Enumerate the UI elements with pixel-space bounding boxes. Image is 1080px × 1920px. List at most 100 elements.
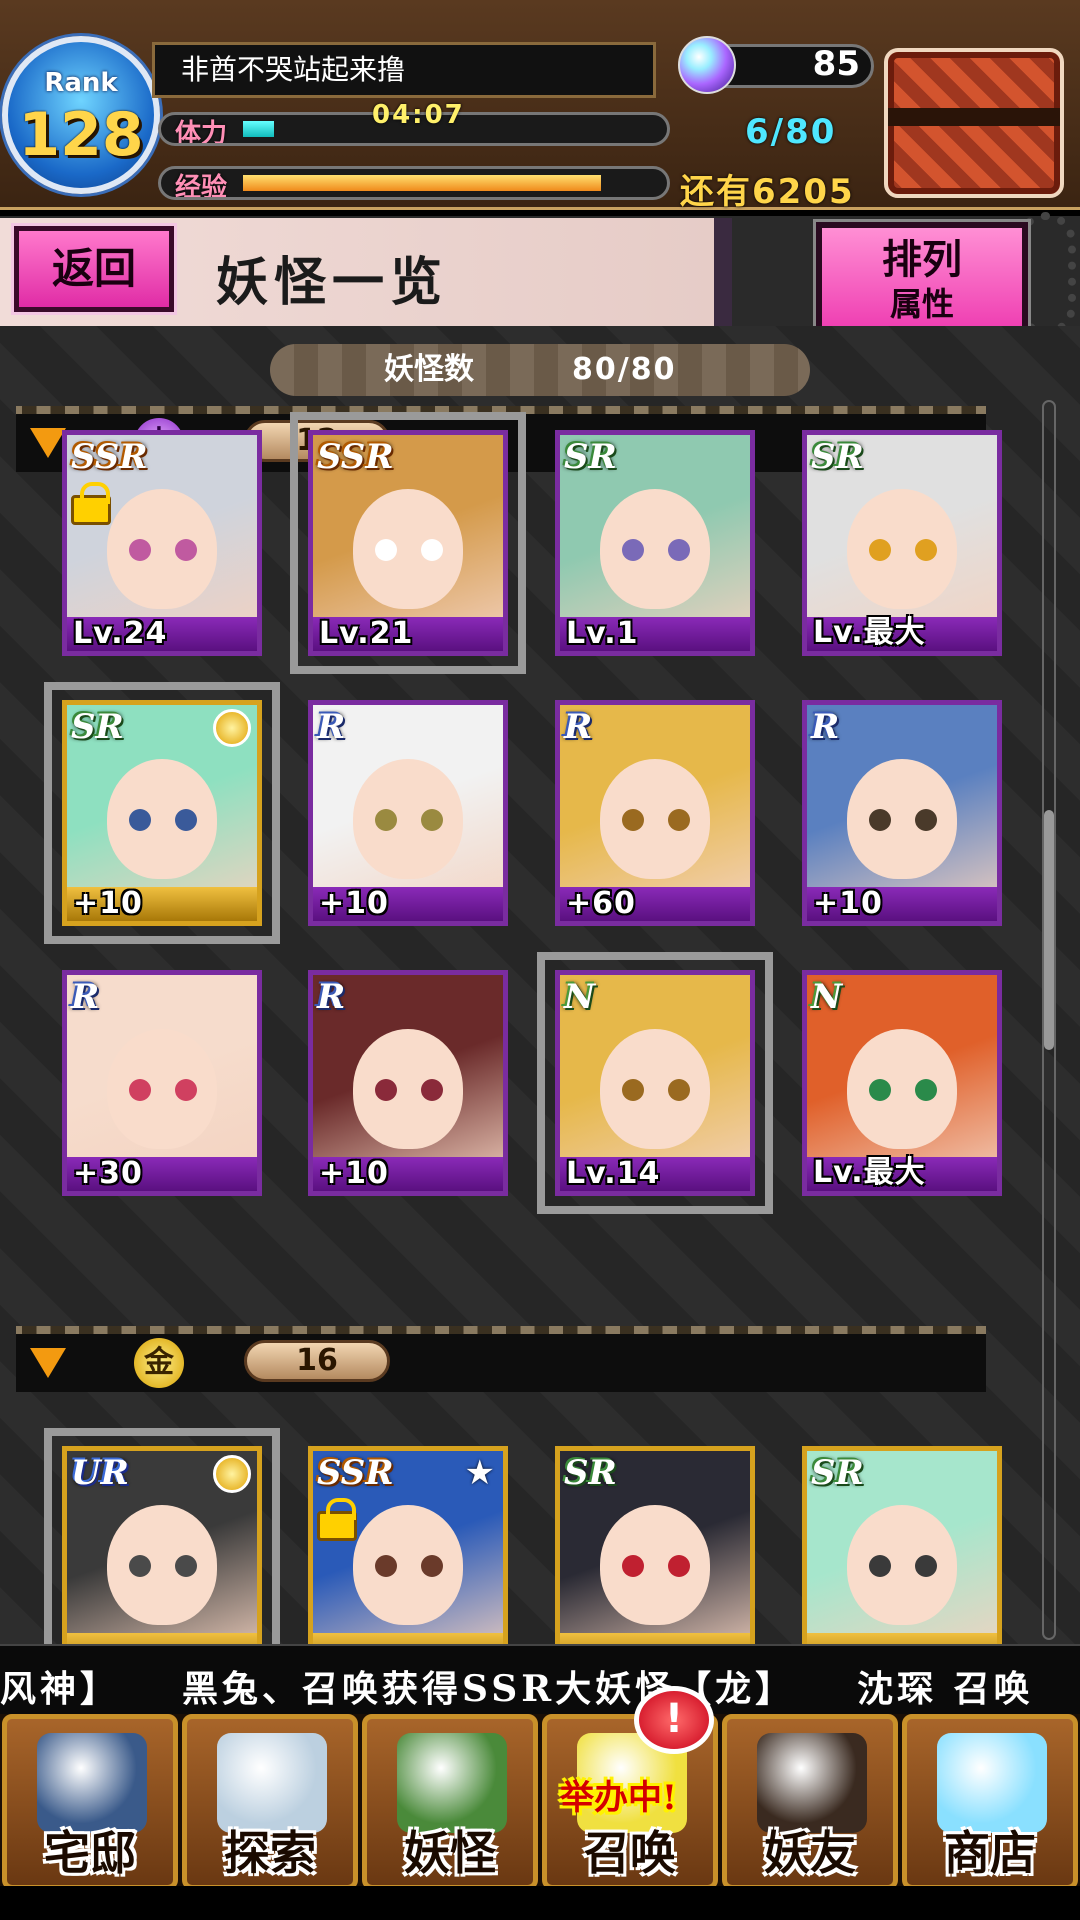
stamina-timer: 04:07 (372, 100, 465, 130)
nav-mansion[interactable]: 宅邸 (2, 1714, 178, 1890)
nav-label: 商店 (944, 1826, 1036, 1880)
card-level: +10 (319, 1156, 389, 1191)
portrait-eye (175, 1079, 197, 1101)
section-header[interactable]: 金 16 (16, 1326, 986, 1392)
nav-label: 探索 (224, 1826, 316, 1880)
portrait-eye (622, 1555, 644, 1577)
lock-icon (71, 482, 111, 525)
yokai-card[interactable]: N Lv.最大 (802, 970, 1002, 1196)
yokai-card-frame: SSR Lv.21 (308, 430, 508, 656)
portrait-face (847, 489, 957, 609)
nav-crystal-orb[interactable]: 商店 (902, 1714, 1078, 1890)
nav-label: 妖怪 (404, 1826, 496, 1880)
system-nav-bar (0, 1886, 1080, 1920)
portrait-face (353, 489, 463, 609)
yokai-count-value: 80/80 (572, 352, 677, 387)
nav-friend-girl[interactable]: 妖友 (722, 1714, 898, 1890)
yokai-card-frame: UR (62, 1446, 262, 1644)
yokai-card[interactable]: UR (44, 1428, 280, 1644)
nav-magnifier[interactable]: 探索 (182, 1714, 358, 1890)
portrait-eye (668, 1079, 690, 1101)
nav-scroll[interactable]: 妖怪 (362, 1714, 538, 1890)
card-footer (807, 1633, 997, 1644)
star-icon: ★ (464, 1453, 495, 1493)
rarity-badge: SR (564, 1453, 617, 1493)
ticker-text: 风神】 黑兔、召唤获得SSR大妖怪【龙】 沈琛 召唤 (0, 1668, 1034, 1710)
sort-mode: 属性 (889, 285, 954, 323)
rank-value: 128 (18, 100, 144, 170)
yokai-list[interactable]: 妖怪数 80/80 土12SSRLv.24SSRLv.21SRLv.1SRLv.… (0, 326, 1080, 1644)
portrait-eye (421, 1555, 443, 1577)
exp-bar: 经验 (158, 166, 670, 200)
yokai-card[interactable]: SR Lv.最大 (802, 430, 1002, 656)
yokai-card[interactable]: SR +10 (44, 682, 280, 944)
collapse-triangle-icon[interactable] (30, 1348, 66, 1378)
portrait-eye (915, 1555, 937, 1577)
yokai-card[interactable]: R +10 (308, 970, 508, 1196)
portrait-eye (129, 539, 151, 561)
card-level: +60 (566, 886, 636, 921)
stamina-fill (243, 121, 274, 137)
portrait-eye (129, 1079, 151, 1101)
yokai-card[interactable]: SSR Lv.21 (290, 412, 526, 674)
portrait-face (847, 759, 957, 879)
yokai-card-frame: R +30 (62, 970, 262, 1196)
portrait-eye (129, 1555, 151, 1577)
yokai-card-frame: SSR ★ (308, 1446, 508, 1644)
rarity-badge: SR (564, 437, 617, 477)
scrollbar-thumb[interactable] (1044, 810, 1054, 1050)
portrait-eye (668, 539, 690, 561)
yokai-card[interactable]: R +10 (802, 700, 1002, 926)
card-level: Lv.1 (566, 616, 639, 651)
yokai-card[interactable]: SR (802, 1446, 1002, 1644)
portrait-face (600, 1505, 710, 1625)
yokai-card-frame: R +10 (802, 700, 1002, 926)
yokai-card[interactable]: R +60 (555, 700, 755, 926)
portrait-eye (869, 809, 891, 831)
yokai-card[interactable]: N Lv.14 (537, 952, 773, 1214)
rarity-badge: R (317, 977, 346, 1017)
yokai-card-frame: R +10 (308, 700, 508, 926)
portrait-eye (175, 539, 197, 561)
back-button[interactable]: 返回 (11, 223, 177, 315)
yokai-count-pill: 妖怪数 80/80 (270, 344, 810, 396)
portrait-eye (622, 539, 644, 561)
stamina-count: 6/80 (745, 112, 837, 152)
sort-button[interactable]: 排列 属性 (813, 219, 1031, 343)
rarity-badge: SSR (71, 437, 148, 477)
yokai-count-label: 妖怪数 (384, 352, 474, 387)
yokai-card[interactable]: R +10 (308, 700, 508, 926)
card-level: +10 (73, 886, 143, 921)
portrait-eye (175, 1555, 197, 1577)
yokai-card[interactable]: SR (555, 1446, 755, 1644)
portrait-eye (668, 1555, 690, 1577)
nav-label: 宅邸 (44, 1826, 136, 1880)
yokai-card[interactable]: SR Lv.1 (555, 430, 755, 656)
collapse-triangle-icon[interactable] (30, 428, 66, 458)
event-ongoing-label: 举办中! (560, 1778, 677, 1818)
yokai-card[interactable]: SSR ★ (308, 1446, 508, 1644)
card-footer (313, 1633, 503, 1644)
portrait-face (107, 1029, 217, 1149)
portrait-face (107, 759, 217, 879)
portrait-eye (869, 1555, 891, 1577)
yokai-card[interactable]: SSR Lv.24 (62, 430, 262, 656)
yokai-card[interactable]: R +30 (62, 970, 262, 1196)
yokai-card-frame: SSR Lv.24 (62, 430, 262, 656)
portrait-face (600, 759, 710, 879)
rarity-badge: SSR (317, 1453, 394, 1493)
card-level: Lv.最大 (813, 1155, 926, 1190)
rank-badge: Rank 128 (2, 36, 160, 194)
yokai-card-frame: SR (555, 1446, 755, 1644)
portrait-face (353, 1505, 463, 1625)
element-attribute-icon: 金 (134, 1338, 184, 1388)
portrait-eye (375, 809, 397, 831)
yokai-card-frame: R +60 (555, 700, 755, 926)
portrait-eye (129, 809, 151, 831)
rarity-badge: R (811, 707, 840, 747)
portrait-face (600, 1029, 710, 1149)
portrait-face (847, 1505, 957, 1625)
portrait-eye (421, 539, 443, 561)
portrait-eye (915, 809, 937, 831)
treasure-chest-icon[interactable] (884, 48, 1064, 198)
